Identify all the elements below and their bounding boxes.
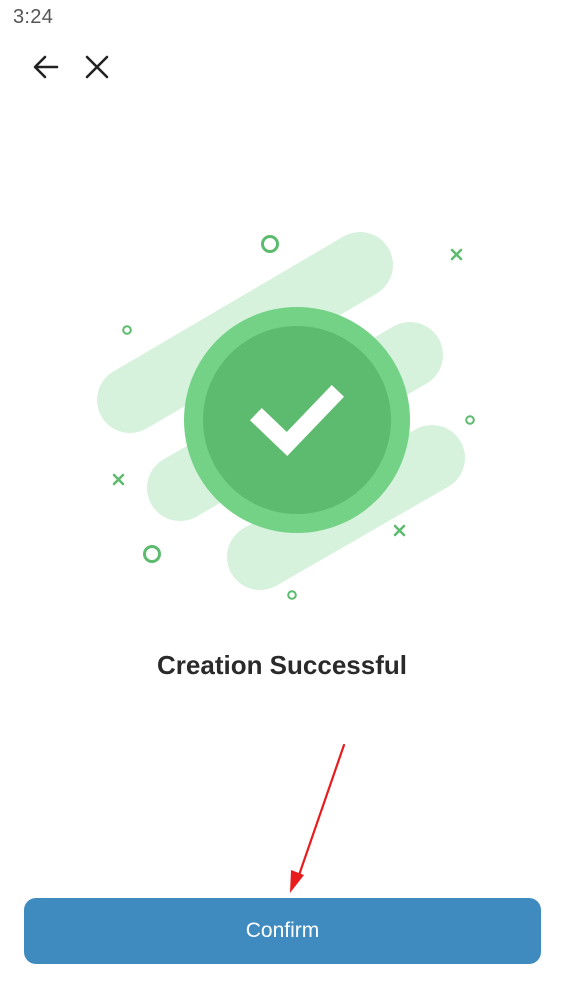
close-button[interactable]: [76, 46, 118, 88]
success-illustration: [97, 232, 475, 600]
back-button[interactable]: [25, 46, 67, 88]
close-icon: [85, 55, 109, 79]
annotation-arrow-icon: [290, 743, 346, 893]
success-title: Creation Successful: [157, 650, 407, 680]
arrow-left-icon: [33, 55, 59, 79]
confirm-button[interactable]: Confirm: [24, 898, 541, 964]
status-bar-time: 3:24: [13, 6, 54, 28]
check-badge-core: [203, 326, 391, 514]
